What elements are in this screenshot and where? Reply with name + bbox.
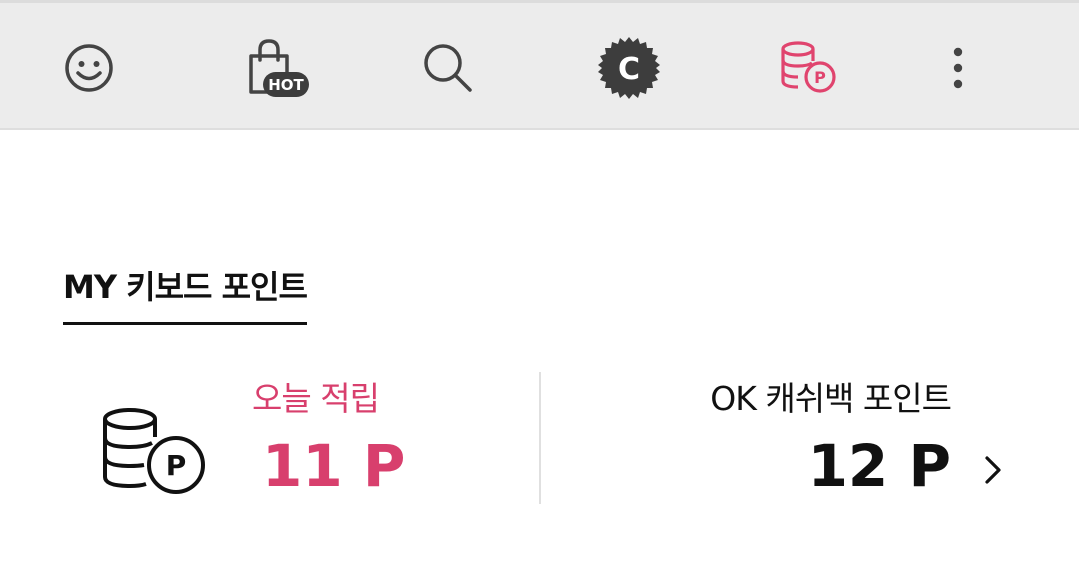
search-icon: [424, 44, 472, 92]
c-badge-letter: C: [618, 52, 640, 87]
today-earned-label: 오늘 적립: [252, 379, 380, 418]
cash-button[interactable]: C: [589, 28, 669, 108]
shopping-bag-hot-icon: HOT: [249, 39, 309, 97]
coin-stack-points-icon: P: [781, 41, 836, 93]
search-button[interactable]: [408, 28, 488, 108]
emoji-button[interactable]: [49, 28, 129, 108]
section-title: MY 키보드 포인트: [63, 262, 308, 325]
svg-text:P: P: [814, 68, 826, 87]
okcashbag-label: OK 캐쉬백 포인트: [710, 379, 952, 418]
hot-badge-text: HOT: [268, 76, 304, 94]
top-toolbar: HOT C P: [0, 0, 1079, 130]
coin-letter: P: [166, 449, 187, 482]
today-earned-value: 11 P: [262, 432, 406, 500]
points-button[interactable]: P: [769, 28, 849, 108]
hot-deals-button[interactable]: HOT: [235, 28, 315, 108]
smiley-icon: [65, 44, 113, 92]
chevron-right-icon[interactable]: [978, 452, 1006, 488]
coin-stack-points-icon: P: [103, 408, 205, 494]
more-button[interactable]: [918, 28, 998, 108]
more-vertical-icon: [953, 47, 963, 89]
okcashbag-value[interactable]: 12 P: [808, 432, 951, 500]
column-divider: [539, 372, 541, 504]
c-badge-icon: C: [598, 37, 660, 99]
